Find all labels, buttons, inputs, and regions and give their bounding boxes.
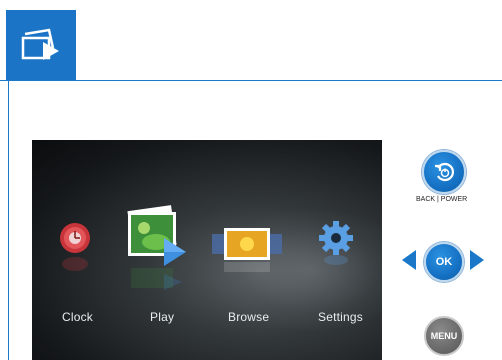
back-power-icon: [435, 162, 455, 182]
photo-slideshow-icon: [6, 10, 76, 81]
menu-label-browse: Browse: [228, 310, 270, 324]
back-power-button[interactable]: [422, 150, 466, 194]
play-photos-icon[interactable]: [120, 204, 192, 301]
menu-label-settings: Settings: [318, 310, 363, 324]
gear-icon[interactable]: [318, 220, 354, 271]
back-power-caption: BACK | POWER: [416, 196, 468, 203]
browse-filmstrip-icon[interactable]: [212, 226, 282, 277]
header-rule: [0, 80, 502, 81]
margin-rule: [8, 81, 9, 360]
photo-frame-screen: Clock Play Browse Settings: [32, 140, 382, 360]
left-arrow-button[interactable]: [402, 250, 416, 270]
menu-button[interactable]: MENU: [424, 316, 464, 356]
clock-icon[interactable]: [57, 220, 93, 281]
menu-label-clock: Clock: [62, 310, 94, 324]
right-arrow-button[interactable]: [470, 250, 484, 270]
menu-button-label: MENU: [430, 331, 458, 341]
menu-label-play: Play: [150, 310, 175, 324]
ok-label: OK: [435, 256, 453, 268]
ok-button[interactable]: OK: [424, 242, 464, 282]
